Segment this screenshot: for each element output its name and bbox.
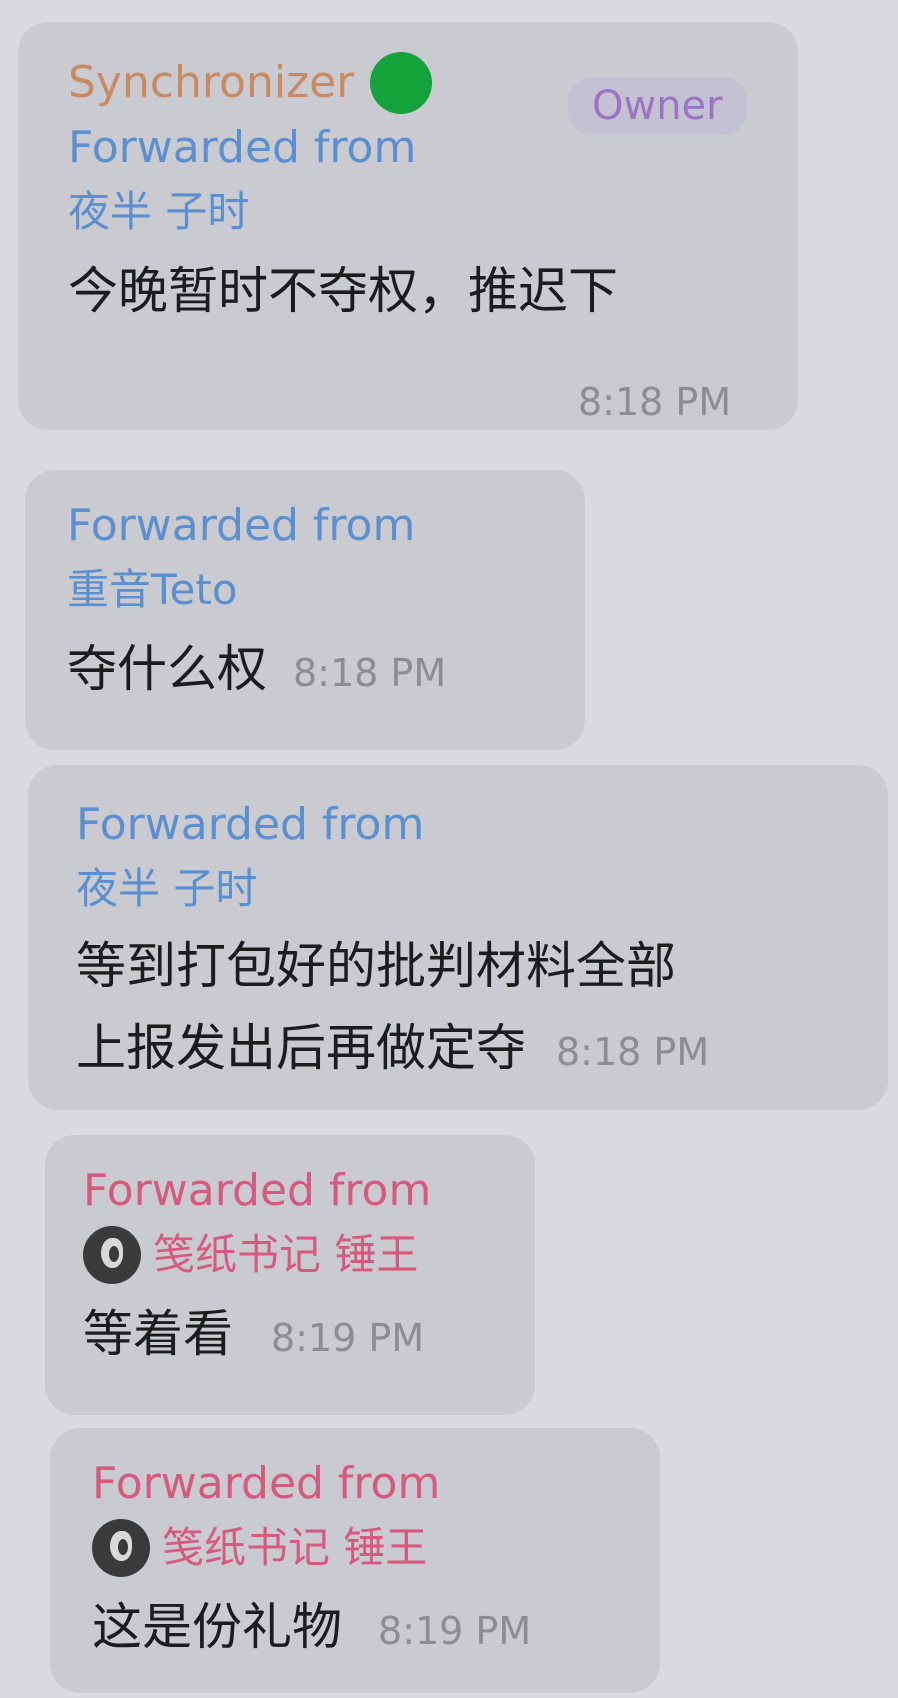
message-bubble[interactable]: Forwarded from 重音Teto 夺什么权 8:18 PM (25, 470, 585, 750)
message-body: 这是份礼物 8:19 PM (92, 1586, 660, 1668)
forwarded-from-name[interactable]: 夜半 子时 (68, 180, 798, 244)
forwarded-from-name-text: 重音Teto (67, 565, 238, 614)
message-text: 夺什么权 (67, 640, 267, 698)
forwarded-from-name[interactable]: 笺纸书记 锤王 (83, 1223, 535, 1287)
forwarded-from-name-text: 夜半 子时 (68, 187, 250, 236)
message-bubble[interactable]: Forwarded from 笺纸书记 锤王 这是份礼物 8:19 PM (50, 1428, 660, 1693)
message-text: 这是份礼物 (92, 1598, 342, 1656)
forwarded-from-name-text: 夜半 子时 (76, 864, 258, 913)
message-bubble[interactable]: Synchronizer Owner Forwarded from 夜半 子时 … (18, 22, 798, 430)
message-time: 8:19 PM (378, 1609, 532, 1653)
forwarded-from-name[interactable]: 重音Teto (67, 558, 585, 622)
forwarded-from-label: Forwarded from (92, 1458, 441, 1509)
user-avatar-icon (83, 1226, 141, 1284)
user-avatar-icon (92, 1519, 150, 1577)
forwarded-from-name[interactable]: 夜半 子时 (76, 857, 888, 921)
message-body: 上报发出后再做定夺 8:18 PM (76, 1007, 888, 1089)
message-text-line: 上报发出后再做定夺 (76, 1019, 526, 1077)
message-time: 8:19 PM (271, 1316, 425, 1360)
message-time: 8:18 PM (293, 651, 447, 695)
online-status-icon (370, 52, 433, 114)
message-text-line: 等到打包好的批判材料全部 (76, 937, 676, 995)
message-body: 夺什么权 8:18 PM (67, 628, 585, 710)
sender-name[interactable]: Synchronizer (68, 52, 354, 114)
forwarded-from-label: Forwarded from (83, 1165, 432, 1216)
message-text: 今晚暂时不夺权，推迟下 (68, 262, 618, 320)
forwarded-from-name-text: 笺纸书记 锤王 (162, 1523, 428, 1572)
chat-message-list[interactable]: Synchronizer Owner Forwarded from 夜半 子时 … (0, 0, 898, 1698)
owner-badge: Owner (568, 77, 747, 135)
message-time: 8:18 PM (556, 1030, 710, 1074)
forwarded-from-label: Forwarded from (67, 500, 416, 551)
message-text: 等着看 (83, 1305, 233, 1363)
message-body: 等着看 8:19 PM (83, 1293, 535, 1375)
message-bubble[interactable]: Forwarded from 夜半 子时 等到打包好的批判材料全部 上报发出后再… (28, 765, 888, 1110)
forwarded-from-label: Forwarded from (76, 799, 425, 850)
message-time: 8:18 PM (578, 380, 732, 424)
forwarded-from-name-text: 笺纸书记 锤王 (153, 1230, 419, 1279)
message-bubble[interactable]: Forwarded from 笺纸书记 锤王 等着看 8:19 PM (45, 1135, 535, 1415)
forwarded-from-name[interactable]: 笺纸书记 锤王 (92, 1516, 660, 1580)
